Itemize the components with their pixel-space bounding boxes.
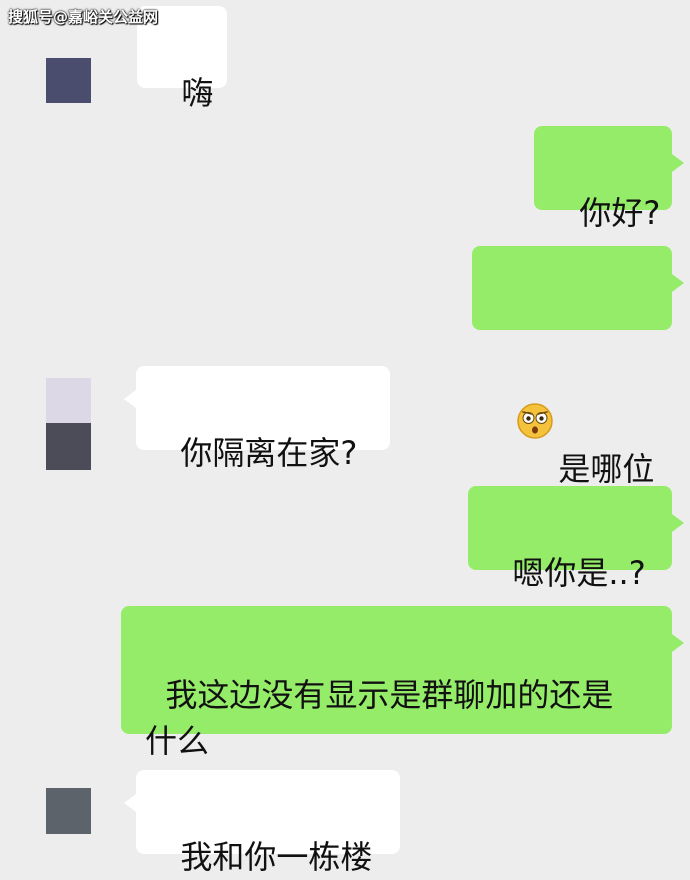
contact-avatar[interactable] — [46, 378, 91, 470]
message-text: 嗯你是..? — [512, 554, 646, 592]
outgoing-message-bubble[interactable]: 是哪位 — [472, 246, 684, 488]
message-text: 嗨 — [181, 74, 214, 112]
outgoing-message-bubble[interactable]: 你好? — [534, 126, 684, 232]
message-text: 我和你一栋楼 — [180, 838, 373, 876]
message-text: 是哪位 — [558, 450, 655, 488]
message-text: 我这边没有显示是群聊加的还是 什么 — [145, 676, 614, 760]
contact-avatar[interactable] — [46, 58, 91, 103]
outgoing-message-bubble[interactable]: 我这边没有显示是群聊加的还是 什么 — [121, 606, 684, 760]
incoming-message-bubble[interactable]: 你隔离在家? — [124, 366, 390, 472]
message-text: 你好? — [579, 194, 661, 232]
message-text: 你隔离在家? — [180, 434, 358, 472]
astonished-face-icon — [516, 310, 554, 439]
contact-avatar[interactable] — [46, 788, 91, 834]
incoming-message-bubble[interactable]: 我和你一栋楼 — [124, 770, 400, 876]
outgoing-message-bubble[interactable]: 嗯你是..? — [468, 486, 684, 592]
watermark: 搜狐号@嘉峪关公益网 — [8, 8, 159, 26]
